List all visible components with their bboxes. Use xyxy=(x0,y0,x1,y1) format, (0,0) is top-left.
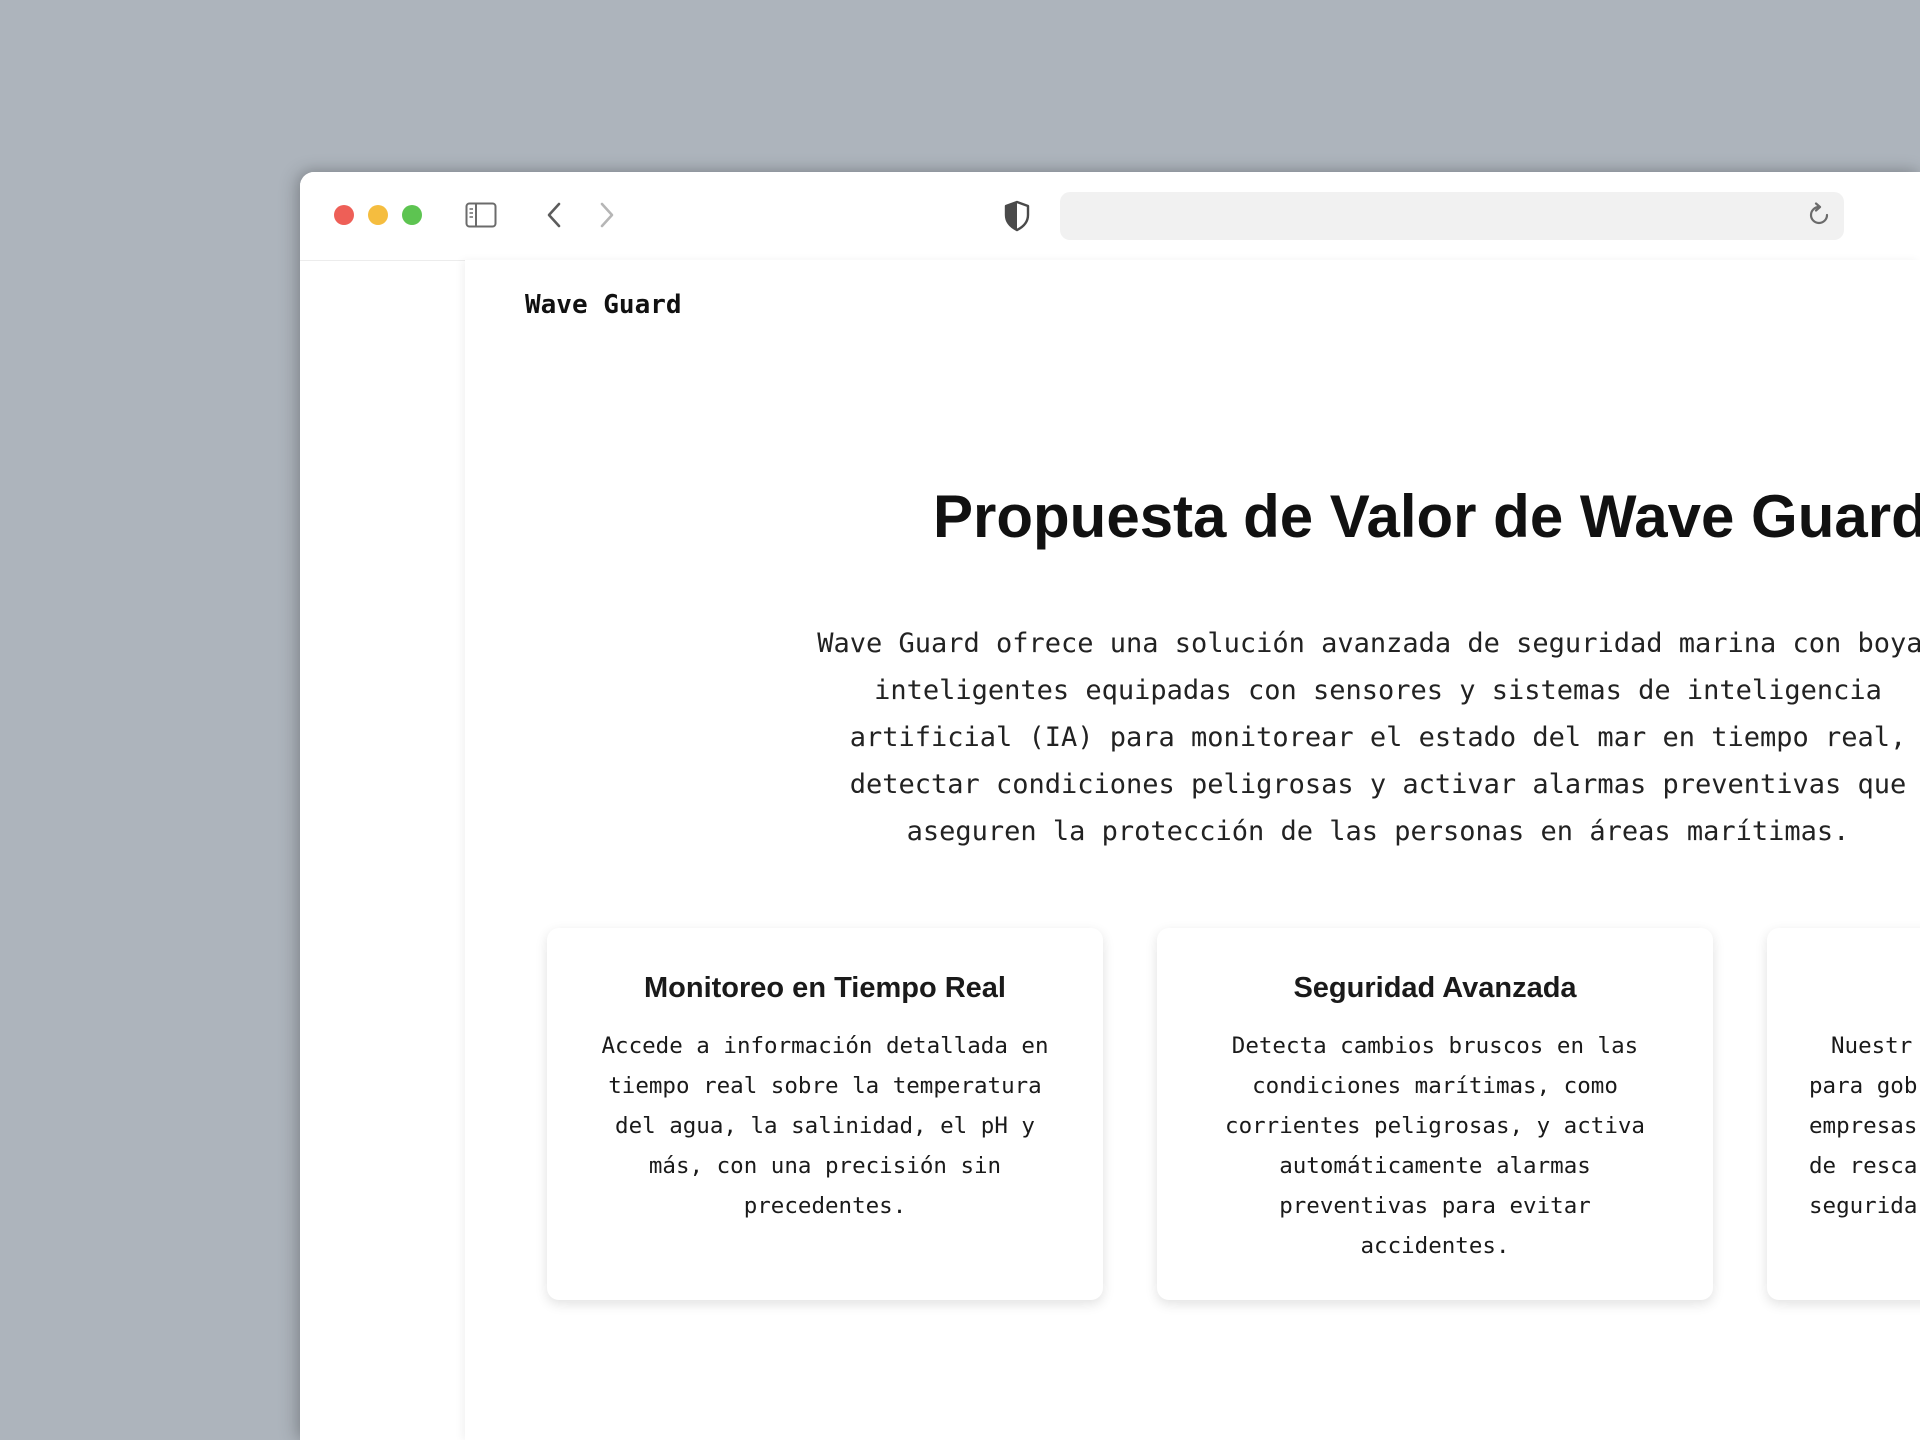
address-bar[interactable] xyxy=(1060,192,1844,240)
browser-toolbar xyxy=(300,172,1920,261)
feature-card-text: Detecta cambios bruscos en las condicion… xyxy=(1225,1033,1645,1259)
feature-card-line: para gob xyxy=(1809,1073,1918,1099)
reload-icon[interactable] xyxy=(1806,202,1832,228)
page-title: Propuesta de Valor de Wave Guard xyxy=(933,483,1920,550)
feature-card-seguridad: Seguridad Avanzada Detecta cambios brusc… xyxy=(1157,928,1713,1300)
close-window-button[interactable] xyxy=(334,205,354,225)
feature-card-line: de resca xyxy=(1809,1153,1918,1179)
feature-card-text: Accede a información detallada en tiempo… xyxy=(601,1033,1049,1219)
feature-card-line: segurida xyxy=(1809,1193,1918,1219)
brand-logo[interactable]: Wave Guard xyxy=(525,290,682,320)
sidebar-icon[interactable] xyxy=(465,202,497,228)
feature-card-title: Seguridad Avanzada xyxy=(1293,972,1577,1004)
browser-window: Wave Guard Propuesta de Valor de Wave Gu… xyxy=(300,172,1920,1440)
shield-icon[interactable] xyxy=(1003,200,1031,232)
chevron-right-icon[interactable] xyxy=(596,200,618,230)
hero-description: Wave Guard ofrece una solución avanzada … xyxy=(817,628,1920,847)
page-content: Wave Guard Propuesta de Valor de Wave Gu… xyxy=(465,260,1920,1440)
feature-card-line: Nuestr xyxy=(1831,1033,1913,1059)
feature-card-text: Nuestr para gob empresas de resca seguri… xyxy=(1809,1026,1920,1226)
zoom-window-button[interactable] xyxy=(402,205,422,225)
feature-card-partial: Nuestr para gob empresas de resca seguri… xyxy=(1767,928,1920,1300)
chevron-left-icon[interactable] xyxy=(543,200,565,230)
feature-card-line: empresas xyxy=(1809,1113,1918,1139)
feature-card-monitoreo: Monitoreo en Tiempo Real Accede a inform… xyxy=(547,928,1103,1300)
minimize-window-button[interactable] xyxy=(368,205,388,225)
feature-card-title: Monitoreo en Tiempo Real xyxy=(643,972,1006,1004)
